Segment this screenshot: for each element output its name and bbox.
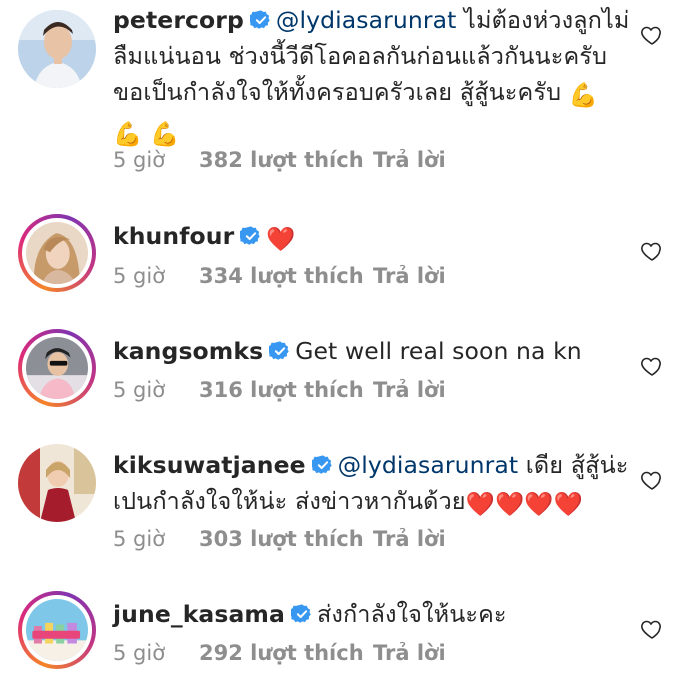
comment-meta: 5 giờ 292 lượt thích Trả lời bbox=[113, 641, 446, 665]
avatar[interactable] bbox=[18, 214, 96, 292]
comment-username[interactable]: kangsomks bbox=[113, 337, 263, 365]
avatar[interactable] bbox=[18, 10, 96, 88]
comment-body: petercorp @lydiasarunrat ไม่ต้องห่วงลูกไม… bbox=[113, 2, 633, 152]
red-heart-emoji: ❤️ bbox=[553, 490, 584, 518]
comment-time: 5 giờ bbox=[113, 527, 166, 551]
avatar-image bbox=[26, 222, 88, 284]
comment-text-line1: เดีย สู้สู้น่ะ bbox=[518, 451, 629, 479]
reply-button[interactable]: Trả lời bbox=[373, 641, 446, 665]
mention-link[interactable]: @lydiasarunrat bbox=[276, 6, 457, 34]
red-heart-emoji: ❤️ bbox=[266, 225, 296, 253]
comment-body: kangsomks Get well real soon na kn bbox=[113, 333, 633, 369]
verified-badge-icon bbox=[240, 225, 262, 247]
comment-meta: 5 giờ 334 lượt thích Trả lời bbox=[113, 264, 446, 288]
comment-text-line2: เปนกำลังใจให้น่ะ ส่งข่าวหากันด้วย bbox=[113, 487, 466, 515]
red-heart-emoji: ❤️ bbox=[524, 490, 554, 518]
comment-time: 5 giờ bbox=[113, 264, 166, 288]
comment-meta: 5 giờ 303 lượt thích Trả lời bbox=[113, 527, 446, 551]
reply-button[interactable]: Trả lời bbox=[373, 378, 446, 402]
reply-button[interactable]: Trả lời bbox=[373, 264, 446, 288]
avatar-image bbox=[26, 337, 88, 399]
comment-meta: 5 giờ 382 lượt thích Trả lời bbox=[113, 148, 446, 172]
comment-username[interactable]: khunfour bbox=[113, 222, 234, 250]
comment-body: khunfour ❤️ bbox=[113, 218, 633, 257]
heart-outline-icon[interactable] bbox=[640, 617, 664, 641]
verified-badge-icon bbox=[311, 454, 334, 476]
comment-text-line3: ขอเป็นกำลังใจให้ทั้งครอบครัวเลย สู้สู้นะ… bbox=[113, 78, 569, 106]
avatar[interactable] bbox=[18, 329, 96, 407]
comment-likes[interactable]: 334 lượt thích bbox=[199, 264, 373, 288]
flexed-biceps-emoji: 💪 bbox=[568, 81, 599, 109]
comment-username[interactable]: petercorp bbox=[113, 6, 244, 34]
comment-time: 5 giờ bbox=[113, 641, 166, 665]
comment-text: Get well real soon na kn bbox=[295, 337, 582, 365]
reply-button[interactable]: Trả lời bbox=[373, 527, 446, 551]
reply-button[interactable]: Trả lời bbox=[373, 148, 446, 172]
comment-body: kiksuwatjanee @lydiasarunrat เดีย สู้สู้น… bbox=[113, 447, 633, 522]
comment-likes[interactable]: 292 lượt thích bbox=[199, 641, 373, 665]
comment-likes[interactable]: 316 lượt thích bbox=[199, 378, 373, 402]
avatar[interactable] bbox=[18, 591, 96, 669]
avatar-image bbox=[18, 10, 96, 88]
avatar-image bbox=[26, 599, 88, 661]
comment-likes[interactable]: 382 lượt thích bbox=[199, 148, 373, 172]
comment-username[interactable]: kiksuwatjanee bbox=[113, 451, 306, 479]
avatar[interactable] bbox=[18, 444, 96, 522]
heart-outline-icon[interactable] bbox=[640, 468, 664, 492]
mention-link[interactable]: @lydiasarunrat bbox=[338, 451, 519, 479]
comment-text-line2: ลืมแน่นอน ช่วงนี้วีดีโอคอลกันก่อนแล้วกัน… bbox=[113, 42, 608, 70]
heart-outline-icon[interactable] bbox=[640, 354, 664, 378]
comment-text: ส่งกำลังใจให้นะคะ bbox=[316, 600, 507, 628]
verified-badge-icon bbox=[269, 340, 291, 362]
heart-outline-icon[interactable] bbox=[640, 239, 664, 263]
flexed-biceps-emoji: 💪 bbox=[149, 120, 180, 148]
verified-badge-icon bbox=[249, 9, 272, 31]
comment-likes[interactable]: 303 lượt thích bbox=[199, 527, 373, 551]
red-heart-emoji: ❤️ bbox=[465, 490, 496, 518]
flexed-biceps-emoji: 💪 bbox=[113, 120, 143, 148]
verified-badge-icon bbox=[290, 603, 313, 625]
comment-text-line1: ไม่ต้องห่วงลูกไม่ bbox=[456, 6, 630, 34]
red-heart-emoji: ❤️ bbox=[495, 490, 525, 518]
comment-body: june_kasama ส่งกำลังใจให้นะคะ bbox=[113, 596, 633, 632]
heart-outline-icon[interactable] bbox=[640, 23, 664, 47]
avatar-image bbox=[18, 444, 96, 522]
comment-time: 5 giờ bbox=[113, 148, 166, 172]
comment-time: 5 giờ bbox=[113, 378, 166, 402]
comment-username[interactable]: june_kasama bbox=[113, 600, 285, 628]
comment-meta: 5 giờ 316 lượt thích Trả lời bbox=[113, 378, 446, 402]
